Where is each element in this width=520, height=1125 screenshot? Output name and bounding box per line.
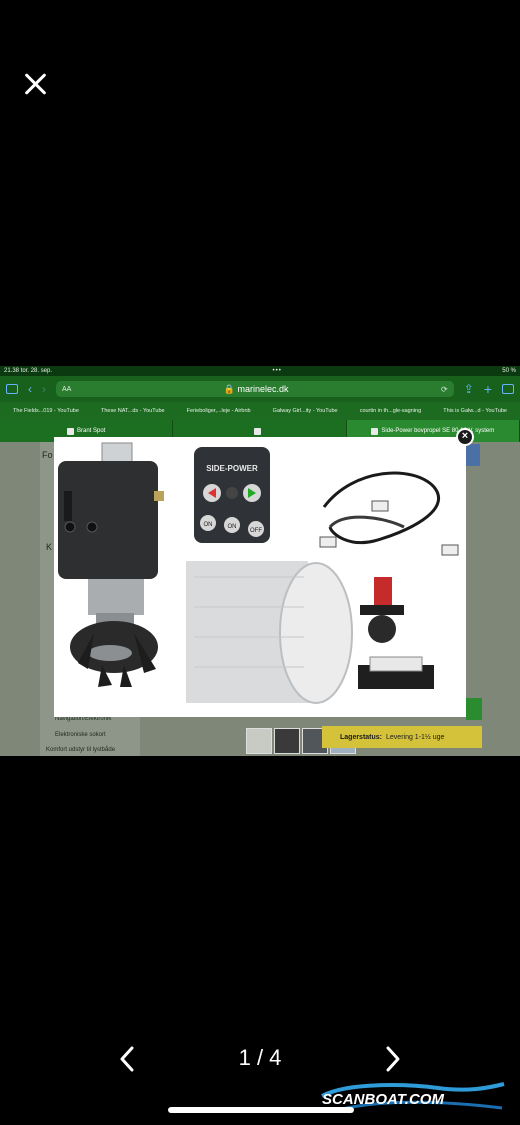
- sidebar-item: Komfort udstyr til lystbåde: [46, 747, 116, 753]
- status-bar: 21.38 tor. 28. sep. ••• 50 %: [0, 366, 520, 376]
- bookmark: courtin in th...gle-sagning: [359, 408, 422, 414]
- page-button: [466, 444, 480, 466]
- tunnel-tube: [186, 561, 353, 704]
- battery-switch: [360, 577, 404, 643]
- favicon-icon: [371, 427, 379, 435]
- thruster-motor: [58, 442, 164, 687]
- sidebar-item: Elektroniske sokort: [55, 732, 106, 738]
- favicon-icon: [254, 427, 262, 435]
- thumbnail: [246, 728, 272, 754]
- stock-status: Lagerstatus: Levering 1-1½ uge: [322, 726, 482, 748]
- bookmark: Galway Girl...ity - YouTube: [272, 408, 338, 414]
- reload-icon: ⟳: [441, 384, 448, 394]
- fuse-holder: [358, 656, 434, 689]
- favicon-icon: [66, 427, 74, 435]
- status-date: tor. 28. sep.: [20, 368, 53, 374]
- bookmarks-bar: The Fields...019 - YouTube These NAT...d…: [0, 402, 520, 420]
- forward-icon: ›: [42, 382, 46, 396]
- address-bar: AA 🔒 marinelec.dk ⟳: [56, 381, 454, 397]
- tabs-icon: [502, 384, 514, 394]
- product-image: SIDE-POWER ON ON OFF: [58, 442, 459, 704]
- status-time: 21.38: [4, 368, 20, 374]
- url-host: 🔒 marinelec.dk: [223, 383, 289, 394]
- sidebar-fragment: K: [46, 542, 53, 552]
- multitask-dots-icon: •••: [272, 368, 282, 374]
- panel-button-off: OFF: [250, 528, 262, 534]
- control-panel: SIDE-POWER ON ON OFF: [194, 447, 270, 543]
- bookmark: Ferieboliger,...leje - Airbnb: [186, 408, 251, 414]
- panel-brand-text: SIDE-POWER: [206, 464, 258, 473]
- status-battery: 50 %: [502, 368, 516, 374]
- back-icon: ‹: [28, 382, 32, 396]
- image-viewer: 21.38 tor. 28. sep. ••• 50 % ‹ › AA 🔒 ma…: [0, 0, 520, 1125]
- bookmark: The Fields...019 - YouTube: [13, 408, 79, 414]
- product-lightbox: SIDE-POWER ON ON OFF: [54, 437, 466, 717]
- image-counter: 1 / 4: [238, 1045, 282, 1070]
- logo-text: SCANBOAT.COM: [322, 1091, 444, 1108]
- home-indicator: [168, 1107, 354, 1113]
- buy-button: [466, 698, 482, 720]
- bookmark: This is Galw...d - YouTube: [443, 408, 507, 414]
- panel-button-on: ON: [228, 524, 237, 530]
- cable-harness: [319, 471, 459, 556]
- lightbox-close-icon[interactable]: ×: [456, 428, 474, 446]
- new-tab-icon: +: [483, 381, 492, 397]
- chevron-right-icon[interactable]: [378, 1044, 408, 1074]
- share-icon: ⇪: [463, 382, 474, 396]
- close-icon[interactable]: [22, 70, 50, 98]
- url-toolbar: ‹ › AA 🔒 marinelec.dk ⟳ ⇪ +: [0, 376, 520, 402]
- sidebar-fragment: Fo: [42, 450, 53, 460]
- sidebar-icon: [6, 384, 18, 394]
- bookmark: These NAT...ds - YouTube: [100, 408, 165, 414]
- panel-button-on: ON: [204, 522, 213, 528]
- reader-aa: AA: [62, 385, 72, 393]
- thumbnail: [274, 728, 300, 754]
- chevron-left-icon[interactable]: [114, 1044, 144, 1074]
